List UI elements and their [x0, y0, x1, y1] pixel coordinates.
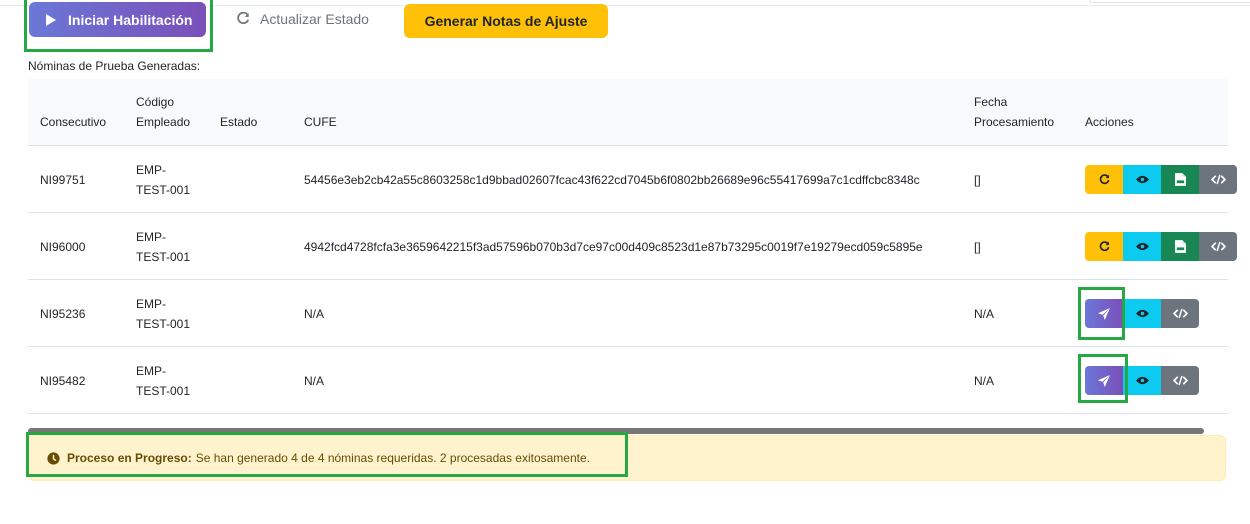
section-title: Nóminas de Prueba Generadas: — [28, 59, 201, 73]
header-estado: Estado — [220, 115, 258, 129]
cell-fecha: N/A — [974, 374, 995, 388]
cell-cufe: N/A — [304, 374, 325, 388]
cell-cufe: 4942fcd4728fcfa3e3659642215f3ad57596b070… — [304, 240, 923, 254]
view-button[interactable] — [1123, 232, 1161, 261]
refresh-status-button[interactable]: Actualizar Estado — [236, 8, 369, 30]
play-icon — [46, 13, 56, 26]
start-habilitation-label: Iniciar Habilitación — [68, 11, 193, 28]
top-right-field-edge — [1089, 0, 1250, 3]
cell-cufe: N/A — [304, 307, 325, 321]
code-icon — [1172, 375, 1188, 386]
cell-consecutivo: NI95482 — [40, 374, 86, 388]
progress-alert-text: Se han generado 4 de 4 nóminas requerida… — [195, 451, 590, 465]
cell-codigo-line2: TEST-001 — [136, 384, 191, 398]
table-row: NI95482 EMP- TEST-001 N/A N/A — [28, 347, 1228, 414]
header-fecha-procesamiento: Fecha Procesamiento — [974, 92, 1054, 132]
table-row: NI96000 EMP- TEST-001 4942fcd4728fcfa3e3… — [28, 213, 1237, 280]
pdf-file-icon — [1174, 240, 1186, 253]
header-codigo-line1: Código — [136, 95, 175, 109]
eye-icon — [1135, 309, 1149, 318]
header-cufe: CUFE — [304, 115, 337, 129]
table-row: NI95236 EMP- TEST-001 N/A N/A — [28, 280, 1228, 347]
header-codigo-empleado: Código Empleado — [136, 92, 190, 132]
header-codigo-line2: Empleado — [136, 115, 191, 129]
pdf-file-icon — [1174, 173, 1186, 186]
send-button[interactable] — [1085, 299, 1123, 328]
generate-adjustment-notes-label: Generar Notas de Ajuste — [424, 13, 588, 29]
view-button[interactable] — [1123, 366, 1161, 395]
start-habilitation-button[interactable]: Iniciar Habilitación — [29, 2, 206, 37]
paper-plane-icon — [1098, 374, 1110, 387]
header-acciones: Acciones — [1085, 115, 1134, 129]
refresh-icon — [237, 12, 250, 24]
cell-codigo-line1: EMP- — [136, 297, 166, 311]
cell-codigo-line1: EMP- — [136, 364, 166, 378]
code-icon — [1210, 241, 1226, 252]
horizontal-scrollbar[interactable] — [28, 428, 1204, 434]
retry-button[interactable] — [1085, 232, 1123, 261]
cell-codigo-empleado: EMP- TEST-001 — [136, 160, 206, 200]
cell-fecha: N/A — [974, 307, 995, 321]
row-actions — [1085, 366, 1199, 395]
generate-adjustment-notes-button[interactable]: Generar Notas de Ajuste — [404, 4, 608, 38]
redo-icon — [1099, 241, 1109, 252]
row-actions — [1085, 299, 1199, 328]
clock-icon — [47, 451, 60, 465]
cell-consecutivo: NI99751 — [40, 173, 86, 187]
cell-codigo-empleado: EMP- TEST-001 — [136, 361, 206, 401]
redo-icon — [1099, 174, 1109, 185]
xml-view-button[interactable] — [1199, 165, 1237, 194]
header-fecha-line1: Fecha — [974, 95, 1008, 109]
xml-view-button[interactable] — [1199, 232, 1237, 261]
refresh-status-label: Actualizar Estado — [260, 11, 369, 27]
progress-alert-content: Proceso en Progreso: Se han generado 4 d… — [47, 451, 590, 465]
send-button[interactable] — [1085, 366, 1123, 395]
table-row: NI99751 EMP- TEST-001 54456e3eb2cb42a55c… — [28, 146, 1237, 213]
header-fecha-line2: Procesamiento — [974, 115, 1055, 129]
row-actions — [1085, 165, 1237, 194]
cell-cufe: 54456e3eb2cb42a55c8603258c1d9bbad02607fc… — [304, 173, 920, 187]
cell-fecha: [] — [974, 240, 981, 254]
code-icon — [1210, 174, 1226, 185]
cell-codigo-line2: TEST-001 — [136, 183, 191, 197]
cell-codigo-line2: TEST-001 — [136, 317, 191, 331]
cell-fecha: [] — [974, 173, 981, 187]
table-header: Consecutivo Código Empleado Estado CUFE … — [28, 79, 1228, 146]
cell-codigo-empleado: EMP- TEST-001 — [136, 294, 206, 334]
cell-codigo-line2: TEST-001 — [136, 250, 191, 264]
code-icon — [1172, 308, 1188, 319]
paper-plane-icon — [1098, 307, 1110, 320]
cell-codigo-line1: EMP- — [136, 230, 166, 244]
progress-alert-title: Proceso en Progreso: — [67, 451, 192, 465]
view-button[interactable] — [1123, 299, 1161, 328]
xml-view-button[interactable] — [1161, 299, 1199, 328]
xml-view-button[interactable] — [1161, 366, 1199, 395]
cell-codigo-line1: EMP- — [136, 163, 166, 177]
cell-consecutivo: NI95236 — [40, 307, 86, 321]
pdf-download-button[interactable] — [1161, 232, 1199, 261]
eye-icon — [1135, 242, 1149, 251]
cell-codigo-empleado: EMP- TEST-001 — [136, 227, 206, 267]
pdf-download-button[interactable] — [1161, 165, 1199, 194]
view-button[interactable] — [1123, 165, 1161, 194]
eye-icon — [1135, 376, 1149, 385]
row-actions — [1085, 232, 1237, 261]
header-consecutivo: Consecutivo — [40, 115, 107, 129]
eye-icon — [1135, 175, 1149, 184]
retry-button[interactable] — [1085, 165, 1123, 194]
cell-consecutivo: NI96000 — [40, 240, 86, 254]
progress-alert: Proceso en Progreso: Se han generado 4 d… — [28, 435, 1226, 481]
